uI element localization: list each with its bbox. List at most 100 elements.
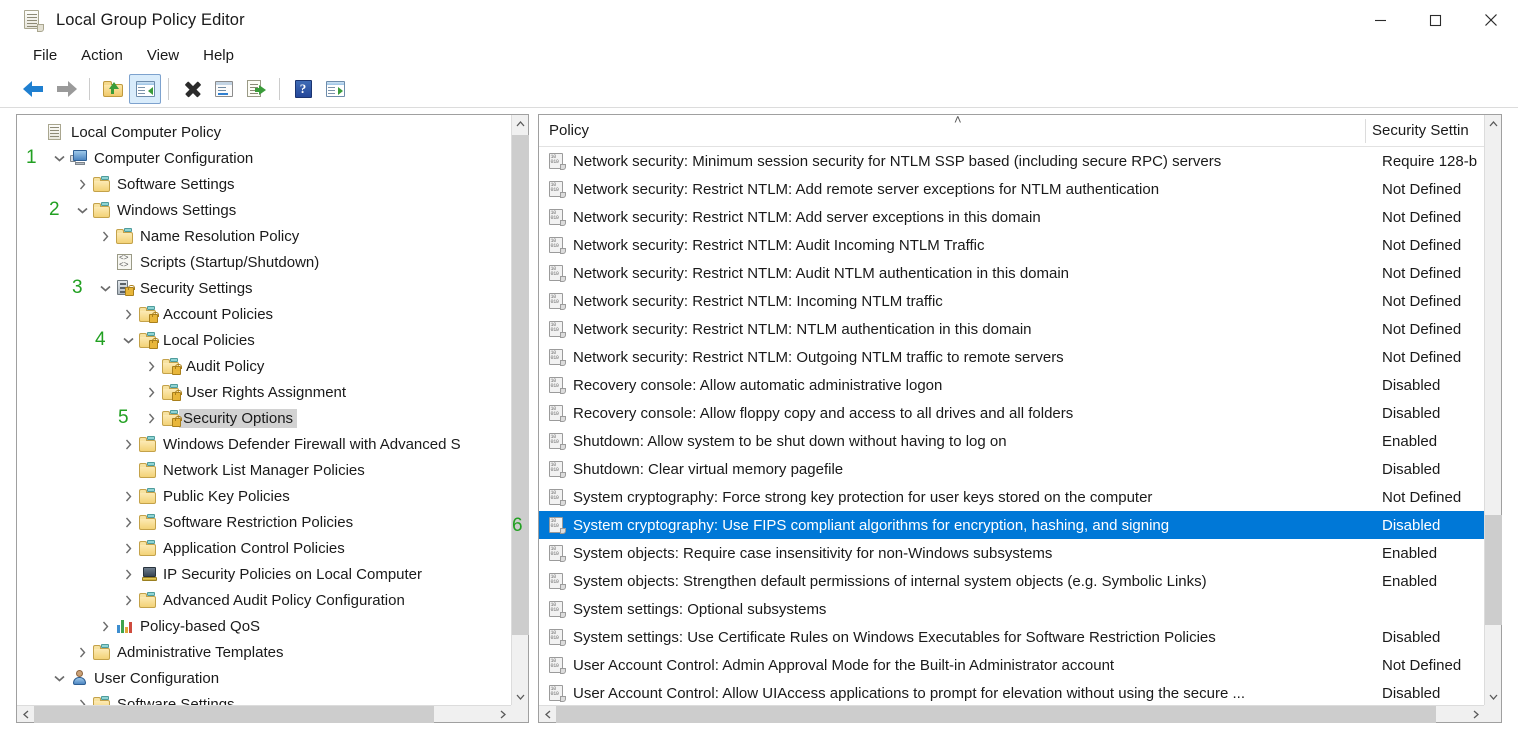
table-row[interactable]: 10 010 Network security: Restrict NTLM: Ad… (539, 203, 1484, 231)
table-row[interactable]: 10 010 Network security: Restrict NTLM: Ad… (539, 175, 1484, 203)
back-button[interactable] (18, 74, 50, 104)
tree-vertical-scrollbar[interactable] (511, 115, 529, 705)
chevron-down-icon[interactable] (73, 201, 91, 219)
tree-item-advanced-audit-policy-configuration[interactable]: Advanced Audit Policy Configuration (17, 587, 511, 613)
table-row[interactable]: 10 010 Network security: Restrict NTLM: Ou… (539, 343, 1484, 371)
table-row[interactable]: 10 010 Recovery console: Allow automatic a… (539, 371, 1484, 399)
tree-horizontal-scrollbar[interactable] (17, 705, 511, 723)
table-row[interactable]: 10 010 System objects: Require case insens… (539, 539, 1484, 567)
up-one-level-button[interactable] (97, 74, 129, 104)
chevron-right-icon[interactable] (96, 227, 114, 245)
tree-item-local-policies[interactable]: 4 Local Policies (17, 327, 511, 353)
table-row[interactable]: 10 010 User Account Control: Allow UIAcces… (539, 679, 1484, 705)
tree-item-administrative-templates[interactable]: Administrative Templates (17, 639, 511, 665)
minimize-button[interactable] (1353, 0, 1408, 40)
show-hide-tree-button[interactable] (129, 73, 161, 104)
scroll-left-icon[interactable] (539, 706, 556, 723)
tree-item-software-settings[interactable]: Software Settings (17, 691, 511, 705)
list-hscroll-thumb[interactable] (556, 706, 1436, 723)
menu-action[interactable]: Action (70, 44, 134, 67)
column-divider[interactable] (1365, 119, 1366, 143)
table-row[interactable]: 10 010 User Account Control: Admin Approva… (539, 651, 1484, 679)
chevron-right-icon[interactable] (142, 383, 160, 401)
table-row[interactable]: 10 010 System settings: Use Certificate Ru… (539, 623, 1484, 651)
menu-help[interactable]: Help (192, 44, 245, 67)
chevron-right-icon[interactable] (119, 591, 137, 609)
chevron-right-icon[interactable] (96, 617, 114, 635)
tree-item-windows-defender-firewall-with-advanced-s[interactable]: Windows Defender Firewall with Advanced … (17, 431, 511, 457)
show-action-pane-button[interactable] (319, 74, 351, 104)
chevron-down-icon[interactable] (50, 669, 68, 687)
scroll-left-icon[interactable] (17, 706, 34, 723)
tree-item-account-policies[interactable]: Account Policies (17, 301, 511, 327)
table-row[interactable]: 10 010 Network security: Restrict NTLM: Au… (539, 231, 1484, 259)
scroll-up-icon[interactable] (1485, 115, 1502, 132)
tree-item-security-options[interactable]: 5 Security Options (17, 405, 511, 431)
scroll-down-icon[interactable] (512, 688, 529, 705)
tree-item-scripts-startup-shutdown[interactable]: Scripts (Startup/Shutdown) (17, 249, 511, 275)
tree-item-network-list-manager-policies[interactable]: Network List Manager Policies (17, 457, 511, 483)
chevron-right-icon[interactable] (73, 643, 91, 661)
chevron-right-icon[interactable] (119, 539, 137, 557)
chevron-right-icon[interactable] (73, 695, 91, 705)
table-row[interactable]: 10 010 System cryptography: Use FIPS compl… (539, 511, 1484, 539)
list-vscroll-thumb[interactable] (1485, 515, 1502, 625)
forward-button[interactable] (50, 74, 82, 104)
tree-item-windows-settings[interactable]: 2 Windows Settings (17, 197, 511, 223)
tree-item-security-settings[interactable]: 3 Security Settings (17, 275, 511, 301)
tree-item-audit-policy[interactable]: Audit Policy (17, 353, 511, 379)
table-row[interactable]: 10 010 Shutdown: Allow system to be shut d… (539, 427, 1484, 455)
menu-view[interactable]: View (136, 44, 190, 67)
policy-name: Network security: Restrict NTLM: Add rem… (573, 180, 1160, 198)
tree-item-user-rights-assignment[interactable]: User Rights Assignment (17, 379, 511, 405)
delete-button[interactable] (176, 74, 208, 104)
chevron-down-icon[interactable] (50, 149, 68, 167)
column-header-policy[interactable]: Policy (549, 122, 589, 139)
table-row[interactable]: 10 010 Shutdown: Clear virtual memory page… (539, 455, 1484, 483)
menu-file[interactable]: File (22, 44, 68, 67)
scroll-right-icon[interactable] (1467, 706, 1484, 723)
tree-vscroll-thumb[interactable] (512, 135, 529, 635)
list-horizontal-scrollbar[interactable] (539, 705, 1484, 723)
help-button[interactable]: ? (287, 74, 319, 104)
tree-item-policy-based-qos[interactable]: Policy-based QoS (17, 613, 511, 639)
chevron-right-icon[interactable] (142, 409, 160, 427)
tree-item-name-resolution-policy[interactable]: Name Resolution Policy (17, 223, 511, 249)
tree-item-computer-configuration[interactable]: 1 Computer Configuration (17, 145, 511, 171)
chevron-right-icon[interactable] (119, 435, 137, 453)
scroll-up-icon[interactable] (512, 115, 529, 132)
list-vertical-scrollbar[interactable] (1484, 115, 1502, 705)
chevron-right-icon[interactable] (119, 305, 137, 323)
tree-item-user-configuration[interactable]: User Configuration (17, 665, 511, 691)
tree-item-software-restriction-policies[interactable]: Software Restriction Policies (17, 509, 511, 535)
tree-item-application-control-policies[interactable]: Application Control Policies (17, 535, 511, 561)
chevron-down-icon[interactable] (119, 331, 137, 349)
chevron-right-icon[interactable] (142, 357, 160, 375)
chevron-down-icon[interactable] (96, 279, 114, 297)
chevron-right-icon[interactable] (119, 487, 137, 505)
table-row[interactable]: 10 010 System cryptography: Force strong k… (539, 483, 1484, 511)
tree-item-local-computer-policy[interactable]: Local Computer Policy (17, 119, 511, 145)
column-header-security-setting[interactable]: Security Settin (1372, 122, 1469, 139)
properties-button[interactable] (208, 74, 240, 104)
table-row[interactable]: 10 010 Network security: Minimum session s… (539, 147, 1484, 175)
tree-hscroll-thumb[interactable] (34, 706, 434, 723)
chevron-right-icon[interactable] (119, 565, 137, 583)
table-row[interactable]: 10 010 Network security: Restrict NTLM: NT… (539, 315, 1484, 343)
close-button[interactable] (1463, 0, 1518, 40)
export-list-button[interactable] (240, 74, 272, 104)
table-row[interactable]: 10 010 System objects: Strengthen default … (539, 567, 1484, 595)
scroll-right-icon[interactable] (494, 706, 511, 723)
tree-item-public-key-policies[interactable]: Public Key Policies (17, 483, 511, 509)
table-row[interactable]: 10 010 Network security: Restrict NTLM: In… (539, 287, 1484, 315)
table-row[interactable]: 10 010 Recovery console: Allow floppy copy… (539, 399, 1484, 427)
tree-item-ip-security-policies-on-local-computer[interactable]: IP Security Policies on Local Computer (17, 561, 511, 587)
policy-setting-icon: 10 010 (549, 628, 566, 646)
scroll-down-icon[interactable] (1485, 688, 1502, 705)
maximize-button[interactable] (1408, 0, 1463, 40)
chevron-right-icon[interactable] (73, 175, 91, 193)
table-row[interactable]: 10 010 System settings: Optional subsystem… (539, 595, 1484, 623)
chevron-right-icon[interactable] (119, 513, 137, 531)
table-row[interactable]: 10 010 Network security: Restrict NTLM: Au… (539, 259, 1484, 287)
tree-item-software-settings[interactable]: Software Settings (17, 171, 511, 197)
